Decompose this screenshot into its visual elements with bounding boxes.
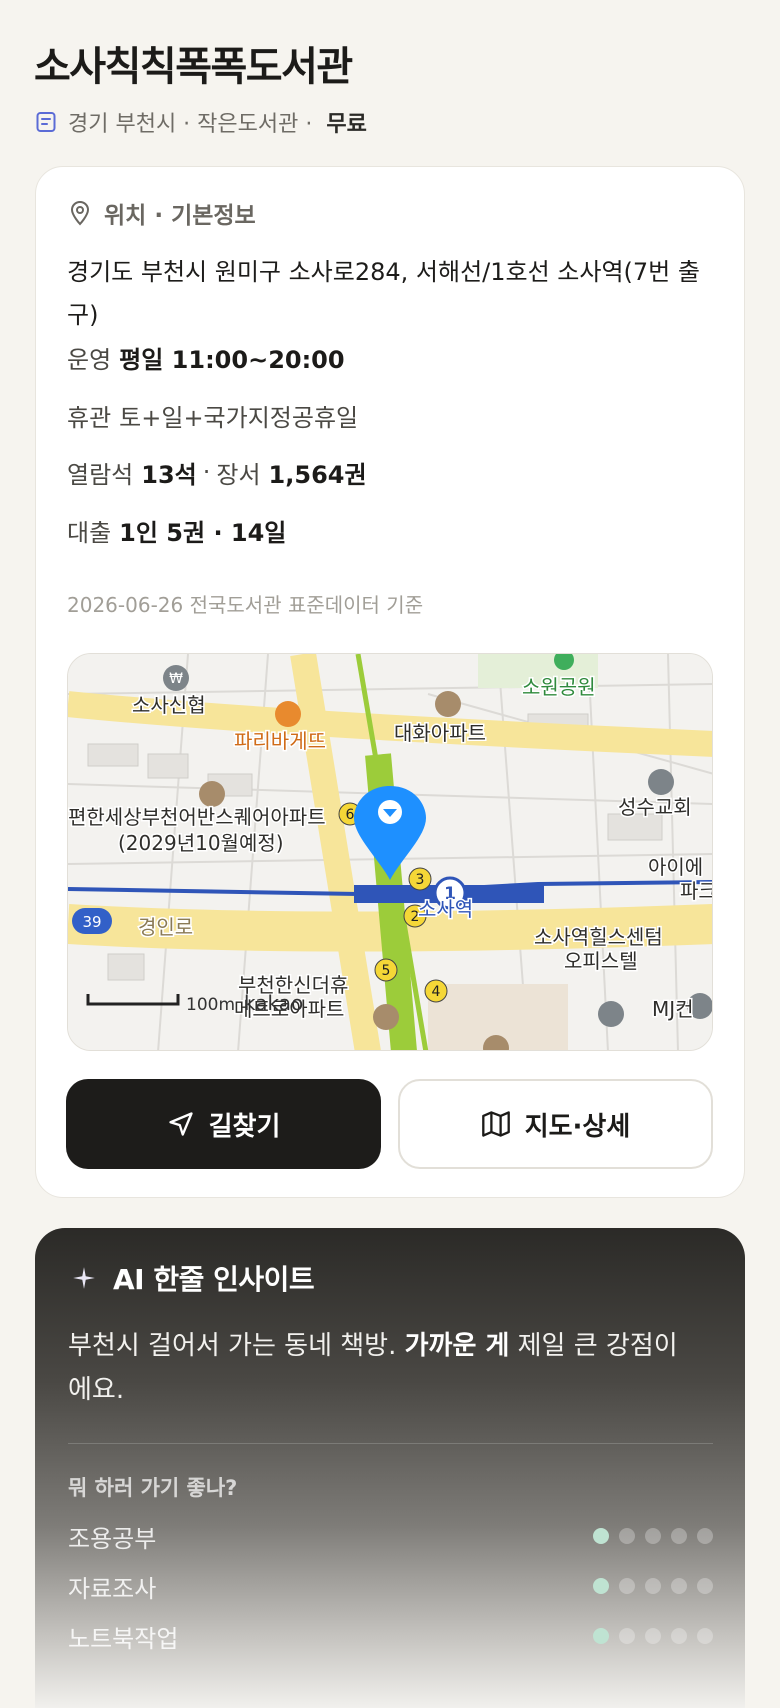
seats-label: 열람석 — [67, 460, 134, 489]
map-label-bakery: 파리바게뜨 — [234, 729, 326, 753]
rating-dot — [593, 1528, 609, 1544]
loan-value: 1인 5권 · 14일 — [119, 518, 287, 547]
sparkle-icon — [73, 1267, 95, 1289]
map-label-office: 소사역힐스센텀 — [534, 925, 663, 949]
page-title: 소사칙칙폭폭도서관 — [34, 44, 353, 90]
map-label-apt2-sub: (2029년10월예정) — [118, 831, 284, 855]
map-scale: 100m — [186, 995, 235, 1015]
rating-dot — [593, 1628, 609, 1644]
document-icon — [36, 112, 56, 132]
rating-dot — [593, 1578, 609, 1594]
map-label-road: 경인로 — [138, 915, 193, 939]
rating-dot — [697, 1628, 713, 1644]
ai-insight-card: AI 한줄 인사이트 부천시 걸어서 가는 동네 책방. 가까운 게 제일 큰 … — [35, 1228, 745, 1708]
rating-dot — [671, 1578, 687, 1594]
fee-badge: 무료 — [326, 112, 367, 137]
closed-row: 휴관 토+일+국가지정공휴일 — [67, 397, 358, 433]
road-number: 39 — [82, 913, 101, 931]
rating-label: 노트북작업 — [68, 1624, 179, 1653]
region-type: 경기 부천시 · 작은도서관 · — [68, 112, 313, 137]
map-label-mj: MJ컨 — [652, 997, 694, 1021]
hours-row: 운영 평일 11:00~20:00 — [67, 339, 345, 375]
ai-header: AI 한줄 인사이트 — [71, 1258, 315, 1298]
rating-dot — [697, 1578, 713, 1594]
svg-text:₩: ₩ — [169, 671, 183, 687]
rating-dot — [619, 1578, 635, 1594]
books-value: 1,564권 — [268, 460, 367, 489]
books-label: 장서 — [216, 460, 261, 489]
rating-dot — [645, 1578, 661, 1594]
map-label-kids2: 파크 — [680, 879, 713, 903]
rating-label: 자료조사 — [68, 1574, 157, 1603]
closed-label: 휴관 — [67, 403, 112, 432]
section-title: 위치 · 기본정보 — [104, 203, 256, 229]
ai-summary: 부천시 걸어서 가는 동네 책방. 가까운 게 제일 큰 강점이에요. — [68, 1331, 678, 1405]
map-label-apt2: 편한세상부천어반스퀘어아파트 — [68, 805, 326, 829]
data-basis: 2026-06-26 전국도서관 표준데이터 기준 — [67, 593, 424, 617]
rating-label: 조용공부 — [68, 1524, 157, 1553]
rating-dot — [671, 1528, 687, 1544]
rating-dot — [671, 1628, 687, 1644]
exit-4-label: 4 — [432, 984, 441, 1000]
rating-dot — [697, 1528, 713, 1544]
ai-question: 뭐 하러 가기 좋나? — [68, 1476, 238, 1500]
address: 경기도 부천시 원미구 소사로284, 서해선/1호선 소사역(7번 출구) — [67, 258, 700, 329]
library-meta: 경기 부천시 · 작은도서관 · 무료 — [34, 104, 367, 140]
map-label-office-sub: 오피스텔 — [564, 949, 638, 973]
rating-dot — [619, 1528, 635, 1544]
closed-value: 토+일+국가지정공휴일 — [119, 403, 359, 432]
seats-value: 13석 — [141, 460, 197, 489]
navigation-arrow-icon — [168, 1112, 193, 1136]
map-label-station: 소사역 — [418, 897, 473, 921]
exit-3-label: 3 — [416, 872, 425, 888]
rating-row: 노트북작업 — [68, 1618, 713, 1654]
map-icon — [481, 1111, 510, 1137]
rating-row: 자료조사 — [68, 1568, 713, 1604]
map-brand: kakao — [244, 991, 303, 1015]
map-detail-label: 지도·상세 — [524, 1111, 631, 1142]
info-card: 위치 · 기본정보 경기도 부천시 원미구 소사로284, 서해선/1호선 소사… — [35, 166, 745, 1198]
map-label-kids: 아이에 — [648, 855, 703, 879]
loan-row: 대출 1인 5권 · 14일 — [67, 512, 286, 548]
rating-dot — [645, 1628, 661, 1644]
location-pin-icon — [70, 200, 90, 226]
rating-dots — [593, 1578, 713, 1594]
rating-dots — [593, 1628, 713, 1644]
ai-title: AI 한줄 인사이트 — [113, 1263, 315, 1296]
exit-6-label: 6 — [346, 807, 355, 823]
map-view[interactable]: ₩ 6 3 2 5 4 1 39 소사신협 파리바게뜨 대화아파트 소원공원 성… — [67, 653, 713, 1051]
hours-value: 평일 11:00~20:00 — [119, 345, 345, 374]
section-header: 위치 · 기본정보 — [68, 195, 256, 231]
rating-dot — [645, 1528, 661, 1544]
directions-label: 길찾기 — [208, 1111, 281, 1142]
exit-5-label: 5 — [382, 963, 391, 979]
capacity-row: 열람석 13석 · 장서 1,564권 — [67, 454, 367, 490]
map-detail-button[interactable]: 지도·상세 — [398, 1079, 713, 1169]
ai-emphasis: 가까운 게 — [404, 1331, 510, 1361]
hours-label: 운영 — [67, 345, 112, 374]
map-label-bank: 소사신협 — [132, 693, 206, 717]
loan-label: 대출 — [67, 518, 112, 547]
map-label-apt1: 대화아파트 — [394, 721, 486, 745]
divider — [68, 1443, 713, 1444]
map-label-park: 소원공원 — [522, 675, 596, 699]
rating-row: 조용공부 — [68, 1518, 713, 1554]
map-label-church: 성수교회 — [618, 795, 692, 819]
rating-dots — [593, 1528, 713, 1544]
directions-button[interactable]: 길찾기 — [66, 1079, 381, 1169]
rating-dot — [619, 1628, 635, 1644]
